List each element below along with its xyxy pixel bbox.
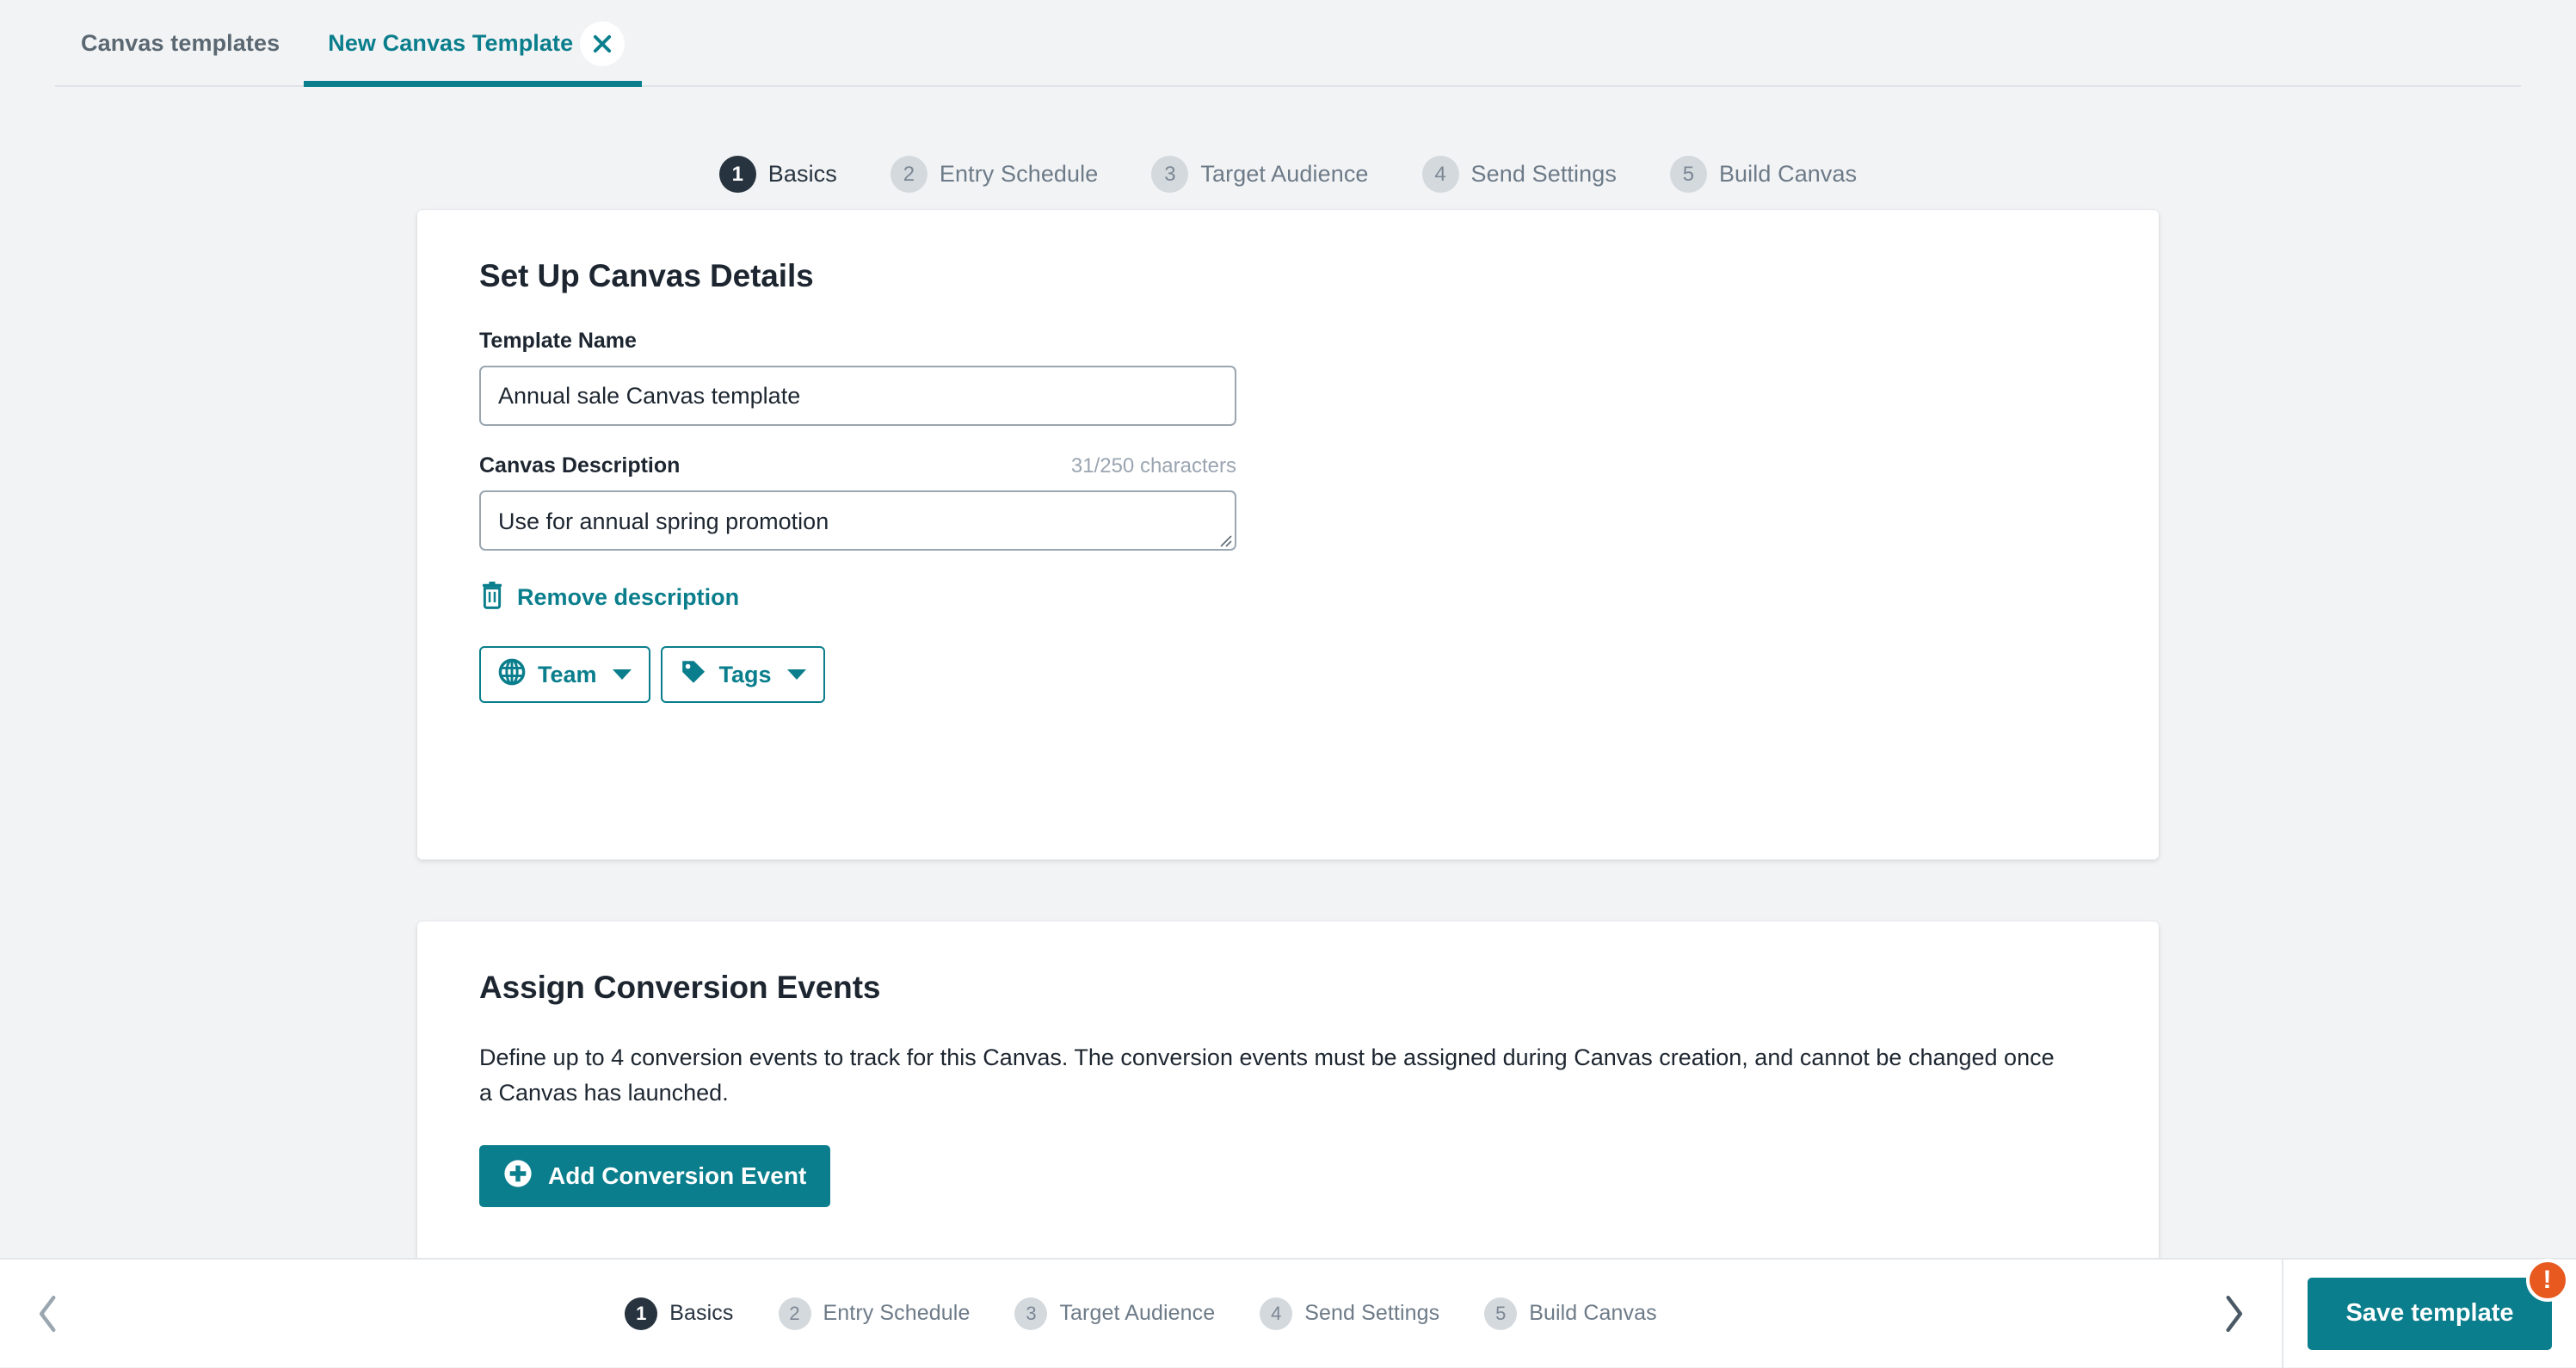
- step-label: Send Settings: [1304, 1301, 1439, 1326]
- bottom-step-3-target-audience[interactable]: 3 Target Audience: [1014, 1297, 1215, 1330]
- chevron-down-icon: [613, 669, 632, 680]
- plus-circle-icon: [503, 1159, 533, 1194]
- remove-description-label: Remove description: [517, 584, 739, 611]
- globe-icon: [498, 658, 526, 692]
- template-name-label: Template Name: [479, 329, 637, 354]
- tags-button-label: Tags: [719, 662, 772, 688]
- main-scroll-area[interactable]: 1 Basics 2 Entry Schedule 3 Target Audie…: [0, 87, 2576, 1258]
- tab-bar: Canvas templates New Canvas Template: [0, 0, 2576, 87]
- character-counter: 31/250 characters: [1071, 454, 1236, 478]
- canvas-description-textarea[interactable]: Use for annual spring promotion: [479, 490, 1236, 551]
- bottom-step-2-entry-schedule[interactable]: 2 Entry Schedule: [779, 1297, 971, 1330]
- card-set-up-canvas-details: Set Up Canvas Details Template Name Canv…: [417, 210, 2159, 860]
- section-title: Assign Conversion Events: [479, 970, 2097, 1006]
- step-label: Send Settings: [1471, 161, 1617, 188]
- stepper-bottom: 1 Basics 2 Entry Schedule 3 Target Audie…: [74, 1297, 2208, 1330]
- next-step-button[interactable]: [2208, 1295, 2259, 1333]
- step-label: Entry Schedule: [940, 161, 1099, 188]
- page-title: Set Up Canvas Details: [479, 258, 2097, 294]
- step-4-send-settings[interactable]: 4 Send Settings: [1422, 156, 1617, 193]
- add-conversion-event-button[interactable]: Add Conversion Event: [479, 1145, 830, 1207]
- canvas-description-label: Canvas Description: [479, 453, 680, 478]
- bottom-step-1-basics[interactable]: 1 Basics: [625, 1297, 733, 1330]
- save-template-button[interactable]: Save template !: [2308, 1278, 2551, 1350]
- step-number: 1: [625, 1297, 657, 1330]
- tab-new-canvas-template[interactable]: New Canvas Template: [304, 0, 642, 87]
- step-3-target-audience[interactable]: 3 Target Audience: [1151, 156, 1368, 193]
- template-name-input[interactable]: [479, 366, 1236, 426]
- step-label: Build Canvas: [1529, 1301, 1657, 1326]
- tab-label: Canvas templates: [81, 30, 280, 57]
- step-label: Basics: [768, 161, 837, 188]
- step-number: 3: [1151, 156, 1188, 193]
- step-1-basics[interactable]: 1 Basics: [719, 156, 837, 193]
- bottom-step-5-build-canvas[interactable]: 5 Build Canvas: [1484, 1297, 1657, 1330]
- tags-button[interactable]: Tags: [661, 646, 825, 703]
- step-label: Build Canvas: [1719, 161, 1857, 188]
- bottom-navigation-bar: 1 Basics 2 Entry Schedule 3 Target Audie…: [0, 1258, 2576, 1367]
- step-number: 1: [719, 156, 756, 193]
- tag-icon: [680, 658, 707, 692]
- step-number: 4: [1260, 1297, 1292, 1330]
- step-number: 4: [1422, 156, 1459, 193]
- step-number: 5: [1484, 1297, 1517, 1330]
- bottom-step-4-send-settings[interactable]: 4 Send Settings: [1260, 1297, 1439, 1330]
- team-button-label: Team: [538, 662, 597, 688]
- field-template-name: Template Name: [479, 329, 1236, 426]
- status-badge: !: [2526, 1259, 2569, 1302]
- save-template-label: Save template: [2345, 1299, 2513, 1327]
- step-2-entry-schedule[interactable]: 2 Entry Schedule: [891, 156, 1099, 193]
- step-number: 2: [891, 156, 927, 193]
- conversion-events-description: Define up to 4 conversion events to trac…: [479, 1040, 2062, 1111]
- step-label: Basics: [669, 1301, 733, 1326]
- save-template-area: Save template !: [2283, 1278, 2576, 1350]
- stepper-top: 1 Basics 2 Entry Schedule 3 Target Audie…: [0, 121, 2576, 210]
- step-label: Entry Schedule: [823, 1301, 971, 1326]
- trash-icon: [479, 582, 505, 613]
- field-canvas-description: Canvas Description 31/250 characters Use…: [479, 453, 1236, 551]
- step-label: Target Audience: [1059, 1301, 1215, 1326]
- tab-label: New Canvas Template: [328, 30, 573, 57]
- step-number: 3: [1014, 1297, 1047, 1330]
- step-5-build-canvas[interactable]: 5 Build Canvas: [1670, 156, 1857, 193]
- step-number: 5: [1670, 156, 1707, 193]
- team-button[interactable]: Team: [479, 646, 650, 703]
- add-conversion-event-label: Add Conversion Event: [548, 1162, 806, 1190]
- team-tags-button-group: Team Tags: [479, 646, 2097, 703]
- chevron-down-icon: [787, 669, 806, 680]
- step-label: Target Audience: [1200, 161, 1368, 188]
- remove-description-button[interactable]: Remove description: [479, 582, 739, 613]
- tab-canvas-templates[interactable]: Canvas templates: [57, 0, 304, 87]
- step-number: 2: [779, 1297, 811, 1330]
- previous-step-button[interactable]: [22, 1295, 74, 1333]
- card-assign-conversion-events: Assign Conversion Events Define up to 4 …: [417, 921, 2159, 1258]
- close-icon[interactable]: [580, 22, 625, 66]
